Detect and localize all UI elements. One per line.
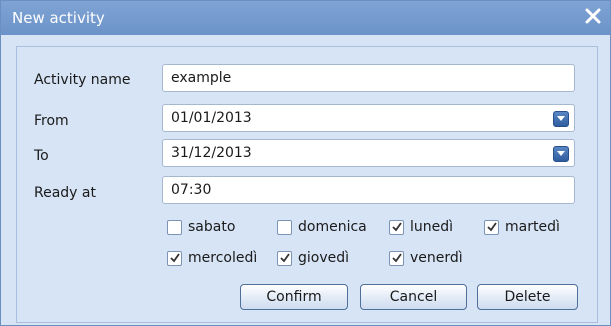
checkbox-label: lunedì (410, 219, 454, 235)
checkbox-lunedi[interactable]: lunedì (389, 219, 453, 235)
form-panel: Activity name From To Ready at sabato do… (16, 46, 598, 323)
checkbox-sabato[interactable]: sabato (167, 219, 235, 235)
checkmark-icon (170, 252, 180, 262)
confirm-button[interactable]: Confirm (240, 284, 348, 310)
delete-button[interactable]: Delete (477, 284, 578, 310)
checkmark-icon (392, 221, 402, 231)
activity-name-input[interactable] (162, 64, 575, 92)
checkbox-mercoledi[interactable]: mercoledì (167, 250, 257, 266)
checkmark-icon (392, 252, 402, 262)
checkbox-label: domenica (298, 219, 367, 235)
checkmark-icon (487, 221, 497, 231)
checkbox-label: martedì (505, 219, 560, 235)
cancel-button[interactable]: Cancel (360, 284, 467, 310)
checkbox-box[interactable] (389, 219, 404, 235)
to-dropdown-button[interactable] (553, 146, 569, 162)
from-dropdown-button[interactable] (553, 111, 569, 127)
checkbox-label: venerdì (410, 250, 463, 266)
from-date-input[interactable] (162, 104, 575, 132)
ready-at-input[interactable] (162, 176, 575, 204)
new-activity-dialog: New activity Activity name From To Ready… (0, 0, 611, 326)
checkbox-giovedi[interactable]: giovedì (277, 250, 349, 266)
checkbox-box[interactable] (389, 250, 404, 266)
ready-at-label: Ready at (34, 185, 96, 201)
checkbox-martedi[interactable]: martedì (484, 219, 560, 235)
title-bar[interactable]: New activity (1, 1, 610, 35)
chevron-down-icon (557, 116, 565, 121)
from-label: From (34, 113, 69, 129)
window-title: New activity (12, 9, 105, 27)
checkbox-box[interactable] (167, 219, 182, 235)
to-date-input[interactable] (162, 139, 575, 167)
checkbox-box[interactable] (277, 250, 292, 266)
close-icon[interactable] (581, 4, 605, 28)
checkbox-box[interactable] (484, 219, 499, 235)
chevron-down-icon (557, 151, 565, 156)
checkbox-label: sabato (188, 219, 236, 235)
checkbox-venerdi[interactable]: venerdì (389, 250, 463, 266)
checkbox-label: giovedì (298, 250, 350, 266)
to-label: To (34, 148, 49, 164)
checkmark-icon (280, 252, 290, 262)
checkbox-domenica[interactable]: domenica (277, 219, 367, 235)
checkbox-box[interactable] (167, 250, 182, 266)
checkbox-label: mercoledì (188, 250, 258, 266)
checkbox-box[interactable] (277, 219, 292, 235)
activity-name-label: Activity name (34, 72, 131, 88)
